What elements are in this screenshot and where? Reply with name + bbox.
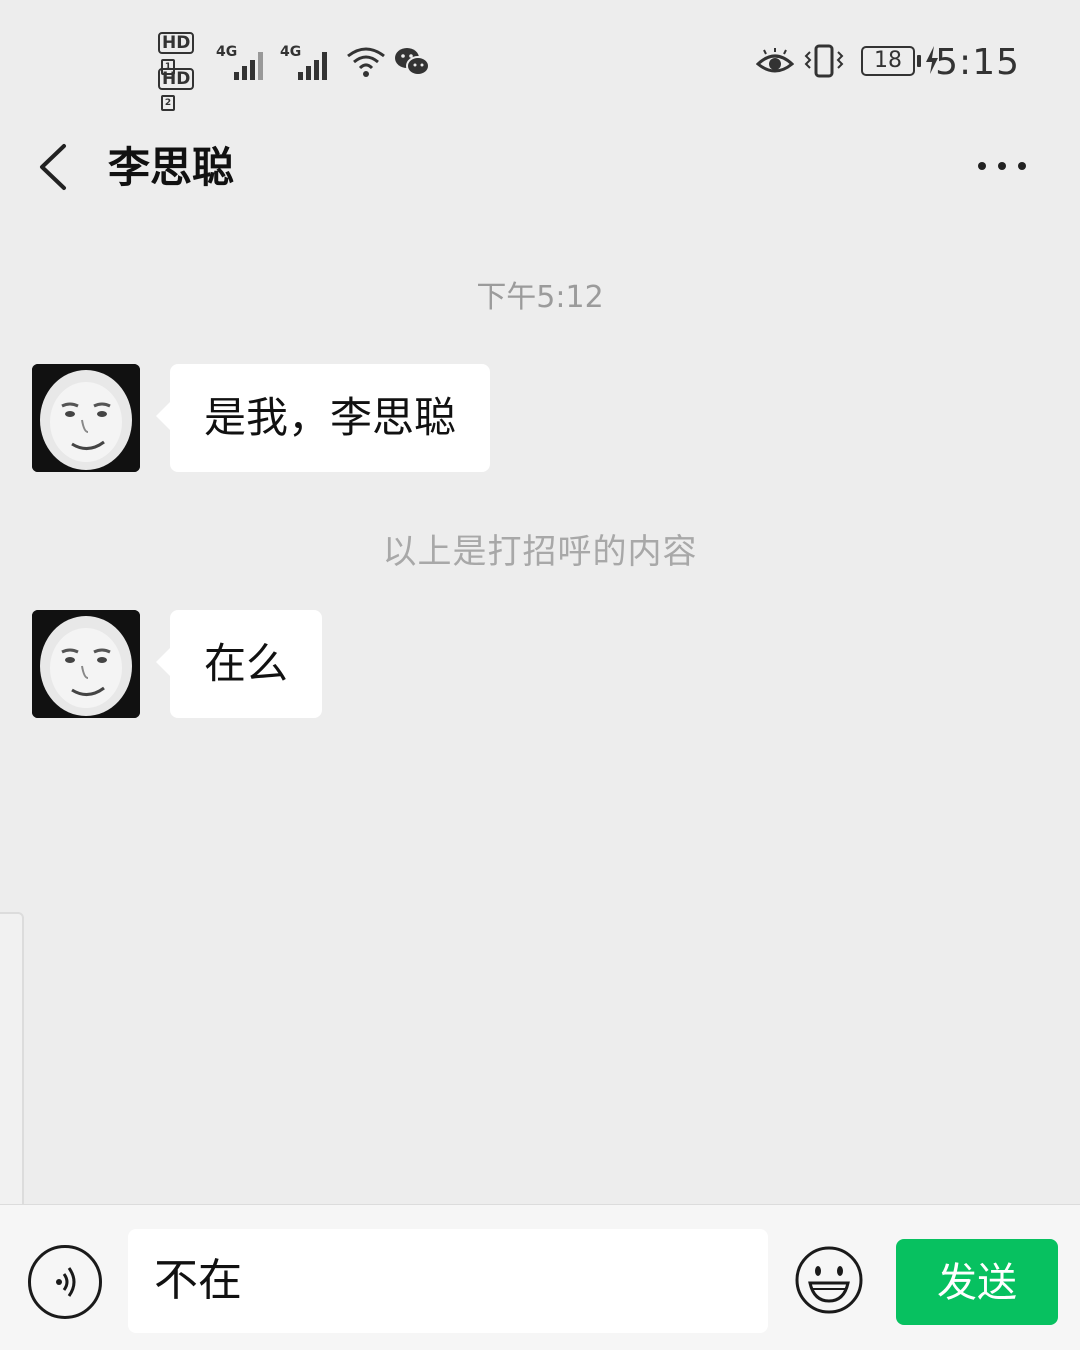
hd-label: HD [158,32,195,54]
avatar[interactable] [32,364,140,472]
message-input[interactable] [128,1229,768,1333]
clock: 5:15 [935,42,1020,83]
emoji-icon[interactable] [794,1245,864,1315]
chat-header: 李思聪 [0,120,1080,220]
voice-icon[interactable] [28,1245,102,1319]
hd-label: HD [158,68,195,90]
sim-number: 2 [161,95,175,111]
send-button[interactable]: 发送 [896,1239,1058,1325]
status-bar: HD1 HD2 4G 4G 18 5:15 [0,0,1080,120]
vibrate-icon [804,44,844,78]
system-notice: 以上是打招呼的内容 [382,532,698,572]
more-dots-icon[interactable] [978,156,1030,176]
eye-icon [756,48,794,73]
wifi-icon [347,47,385,77]
back-chevron-icon[interactable] [30,142,80,192]
message-timestamp: 下午5:12 [476,280,604,315]
hd-sim2-indicator: HD 2 [158,68,195,111]
input-bar: 发送 [0,1204,1080,1350]
wechat-icon [395,48,430,76]
battery-indicator: 18 [861,46,921,76]
contact-name-title: 李思聪 [108,143,235,192]
avatar[interactable] [32,610,140,718]
message-bubble[interactable]: 在么 [155,610,323,718]
message-bubble[interactable]: 是我，李思聪 [155,364,491,472]
